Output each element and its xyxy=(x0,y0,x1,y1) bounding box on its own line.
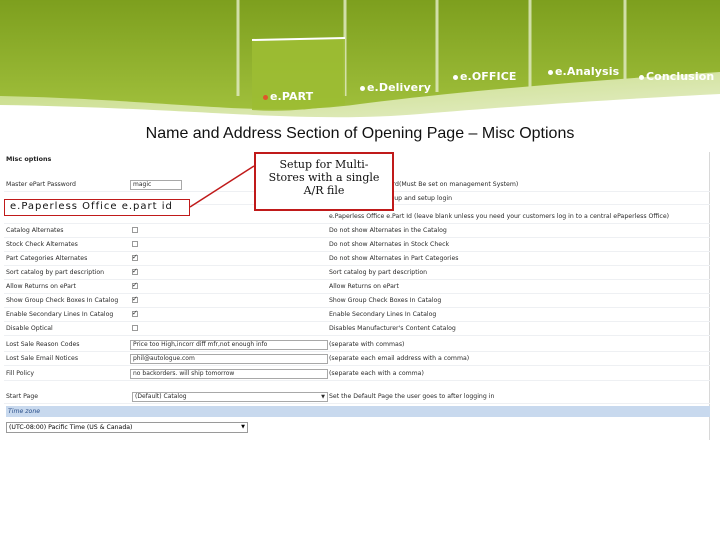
bullet-icon xyxy=(548,69,553,75)
setting-label: Part Categories Alternates xyxy=(6,255,88,262)
setting-description: Disables Manufacturer's Content Catalog xyxy=(329,325,456,332)
setting-row: Fill Policy no backorders. will ship tom… xyxy=(4,367,710,381)
setting-description: Allow Returns on ePart xyxy=(329,283,399,290)
setting-row: Allow Returns on ePart Allow Returns on … xyxy=(4,280,710,294)
group-check-boxes-checkbox[interactable] xyxy=(132,295,138,303)
setting-row: Part Categories Alternates Do not show A… xyxy=(4,252,710,266)
setting-description: (separate each with a comma) xyxy=(329,370,424,377)
tab-conclusion[interactable]: Conclusion xyxy=(639,70,714,83)
part-categories-alternates-checkbox[interactable] xyxy=(132,253,138,261)
bullet-icon xyxy=(453,74,458,80)
stock-check-alternates-checkbox[interactable] xyxy=(132,241,138,247)
setting-label: Show Group Check Boxes In Catalog xyxy=(6,297,119,304)
setting-row: Lost Sale Email Notices phil@autologue.c… xyxy=(4,352,710,366)
setting-label: Fill Policy xyxy=(6,370,35,377)
panel-header: Misc options xyxy=(6,155,52,163)
top-banner: e.PART e.Delivery e.OFFICE e.Analysis Co… xyxy=(0,0,720,120)
callout-epaperless-id: e.Paperless Office e.part id xyxy=(4,199,190,216)
setting-row: Catalog Alternates Do not show Alternate… xyxy=(4,224,710,238)
setting-row: Stock Check Alternates Do not show Alter… xyxy=(4,238,710,252)
setting-row: Disable Optical Disables Manufacturer's … xyxy=(4,322,710,336)
setting-description: Do not show Alternates in Part Categorie… xyxy=(329,255,459,262)
bullet-icon xyxy=(639,74,644,80)
setting-row: Enable Secondary Lines In Catalog Enable… xyxy=(4,308,710,322)
setting-row: Show Group Check Boxes In Catalog Show G… xyxy=(4,294,710,308)
disable-optical-checkbox[interactable] xyxy=(132,325,138,331)
setting-label: Catalog Alternates xyxy=(6,227,64,234)
tab-epart[interactable]: e.PART xyxy=(263,90,313,103)
setting-description: Sort catalog by part description xyxy=(329,269,428,276)
setting-description: Set the Default Page the user goes to af… xyxy=(329,393,495,400)
setting-row: Lost Sale Reason Codes Price too High,in… xyxy=(4,338,710,352)
bullet-icon xyxy=(360,85,365,91)
setting-label: Master ePart Password xyxy=(6,181,76,188)
timezone-select[interactable]: (UTC-08:00) Pacific Time (US & Canada) ▼ xyxy=(6,422,248,433)
allow-returns-checkbox[interactable] xyxy=(132,281,138,289)
timezone-header: Time zone xyxy=(6,406,710,417)
bullet-icon xyxy=(263,94,268,100)
timezone-value: (UTC-08:00) Pacific Time (US & Canada) xyxy=(9,424,133,431)
sort-by-description-checkbox[interactable] xyxy=(132,267,138,275)
start-page-value: (Default) Catalog xyxy=(135,392,187,400)
setting-label: Sort catalog by part description xyxy=(6,269,105,276)
setting-label: Lost Sale Reason Codes xyxy=(6,341,80,348)
setting-label: Enable Secondary Lines In Catalog xyxy=(6,311,114,318)
setting-description: (separate with commas) xyxy=(329,341,405,348)
fill-policy-input[interactable]: no backorders. will ship tomorrow xyxy=(130,368,328,379)
setting-description: Do not show Alternates in Stock Check xyxy=(329,241,450,248)
banner-background xyxy=(0,0,720,120)
slide-title: Name and Address Section of Opening Page… xyxy=(145,125,575,142)
setting-row: Sort catalog by part description Sort ca… xyxy=(4,266,710,280)
timezone-header-label: Time zone xyxy=(8,408,41,415)
callout-multistore: Setup for Multi- Stores with a single A/… xyxy=(254,152,394,211)
setting-label: Start Page xyxy=(6,393,39,400)
setting-label: Disable Optical xyxy=(6,325,53,332)
setting-row: Start Page (Default) Catalog ▼ Set the D… xyxy=(4,390,710,404)
start-page-select[interactable]: (Default) Catalog ▼ xyxy=(132,391,328,402)
callout-line-1: Setup for Multi- xyxy=(279,158,369,171)
setting-description: (separate each email address with a comm… xyxy=(329,355,470,362)
lost-sale-reason-codes-input[interactable]: Price too High,incorr diff mfr,not enoug… xyxy=(130,339,328,350)
tab-eanalysis[interactable]: e.Analysis xyxy=(548,65,619,78)
setting-description: Do not show Alternates in the Catalog xyxy=(329,227,447,234)
setting-label: Lost Sale Email Notices xyxy=(6,355,79,362)
callout-line-3: A/R file xyxy=(303,184,345,197)
setting-label: Allow Returns on ePart xyxy=(6,283,76,290)
chevron-down-icon: ▼ xyxy=(321,393,325,400)
chevron-down-icon: ▼ xyxy=(241,424,245,430)
setting-description: e.Paperless Office e.Part Id (leave blan… xyxy=(329,213,670,220)
setting-description: Show Group Check Boxes In Catalog xyxy=(329,297,442,304)
catalog-alternates-checkbox[interactable] xyxy=(132,227,138,233)
secondary-lines-checkbox[interactable] xyxy=(132,309,138,317)
setting-description: Enable Secondary Lines In Catalog xyxy=(329,311,437,318)
master-password-input[interactable]: magic xyxy=(130,179,182,190)
lost-sale-email-input[interactable]: phil@autologue.com xyxy=(130,353,328,364)
callout-line-2: Stores with a single xyxy=(268,171,380,184)
setting-label: Stock Check Alternates xyxy=(6,241,78,248)
tab-edelivery[interactable]: e.Delivery xyxy=(360,81,431,94)
tab-eoffice[interactable]: e.OFFICE xyxy=(453,70,517,83)
